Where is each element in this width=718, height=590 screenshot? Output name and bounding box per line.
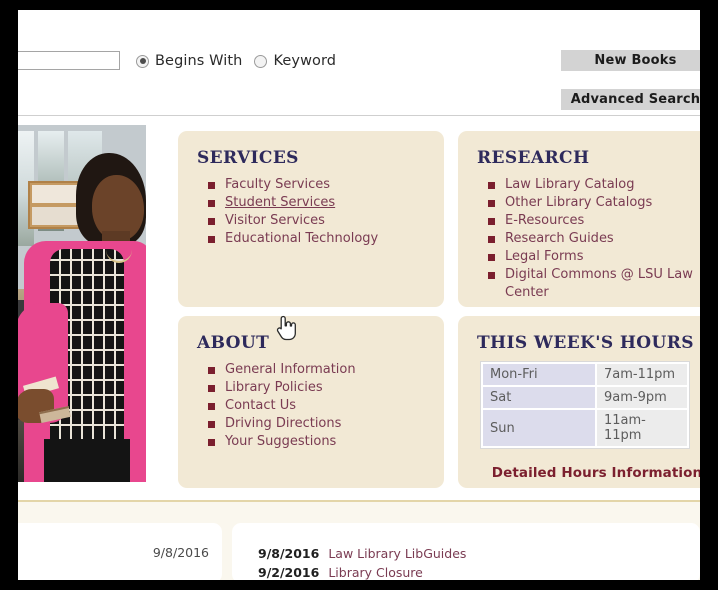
photo-person-pants [44,439,130,482]
panel-hours-title: THIS WEEK'S HOURS [477,333,694,353]
list-item[interactable]: Student Services [208,194,444,212]
research-link-list: Law Library Catalog Other Library Catalog… [458,176,700,302]
hours-time-cell: 11am-11pm [597,410,687,446]
list-item[interactable]: Other Library Catalogs [488,194,700,212]
news-item[interactable]: 9/2/2016 Library Closure [232,563,700,580]
news-item-title[interactable]: Law Library LibGuides [328,544,466,563]
list-item[interactable]: Library Policies [208,379,444,397]
radio-begins-with-label: Begins With [155,53,243,69]
list-item[interactable]: Driving Directions [208,415,444,433]
news-left-date: 9/8/2016 [152,545,209,560]
list-item-label[interactable]: Student Services [225,195,335,210]
list-item-label[interactable]: Library Policies [225,380,323,395]
radio-begins-with-dot[interactable] [136,54,149,68]
news-panel-right: 9/8/2016 Law Library LibGuides 9/2/2016 Lib… [232,523,700,580]
advanced-search-button[interactable]: Advanced Search [561,89,700,110]
news-area: 9/8/2016 9/8/2016 Law Library LibGuides 9/… [18,502,700,580]
panel-hours: THIS WEEK'S HOURS Mon-Fri 7am-11pm Sat 9am-… [458,316,700,488]
search-mode-radio-group: Begins With Keyword [136,53,336,69]
radio-begins-with[interactable]: Begins With [136,53,242,69]
table-row: Mon-Fri 7am-11pm [483,364,687,385]
list-item[interactable]: Your Suggestions [208,433,444,451]
detailed-hours-link[interactable]: Detailed Hours Information [458,465,700,481]
news-panel-left: 9/8/2016 [18,523,222,580]
hours-day-cell: Sat [483,387,595,408]
list-item[interactable]: E-Resources [488,212,700,230]
list-item[interactable]: Law Library Catalog [488,176,700,194]
list-item[interactable]: Contact Us [208,397,444,415]
new-books-button[interactable]: New Books [561,50,700,71]
list-item-label[interactable]: General Information [225,362,356,377]
list-item[interactable]: Visitor Services [208,212,444,230]
list-item-label[interactable]: Research Guides [505,231,614,246]
hours-table: Mon-Fri 7am-11pm Sat 9am-9pm Sun 11am-11pm [480,361,690,449]
list-item-label[interactable]: Visitor Services [225,213,325,228]
panel-research: RESEARCH Law Library Catalog Other Librar… [458,131,700,307]
list-item[interactable]: Legal Forms [488,248,700,266]
list-item[interactable]: Faculty Services [208,176,444,194]
news-item-title[interactable]: Library Closure [328,563,423,580]
photo-person [18,153,146,482]
list-item-label[interactable]: Driving Directions [225,416,341,431]
about-link-list: General Information Library Policies Conta… [178,361,444,451]
panel-about-title: ABOUT [197,333,270,353]
list-item[interactable]: Digital Commons @ LSU Law Center [488,266,700,302]
main-content: SERVICES Faculty Services Student Service… [18,116,700,580]
hours-time-cell: 9am-9pm [597,387,687,408]
library-patron-photo [18,125,146,482]
list-item-label[interactable]: Other Library Catalogs [505,195,652,210]
list-item-label[interactable]: Your Suggestions [225,434,336,449]
panel-services: SERVICES Faculty Services Student Service… [178,131,444,307]
news-list: 9/8/2016 Law Library LibGuides 9/2/2016 Lib… [232,523,700,580]
radio-keyword[interactable]: Keyword [254,53,336,69]
list-item-label[interactable]: Legal Forms [505,249,584,264]
hours-day-cell: Sun [483,410,595,446]
list-item-label[interactable]: Law Library Catalog [505,177,635,192]
hours-day-cell: Mon-Fri [483,364,595,385]
site-header: Begins With Keyword New Books Advanced S… [18,10,700,116]
list-item-label[interactable]: Faculty Services [225,177,330,192]
radio-keyword-dot[interactable] [254,54,268,68]
list-item-label[interactable]: E-Resources [505,213,584,228]
list-item-label[interactable]: Educational Technology [225,231,378,246]
list-item-label[interactable]: Digital Commons @ LSU Law Center [505,267,693,300]
list-item-label[interactable]: Contact Us [225,398,296,413]
browser-viewport: Begins With Keyword New Books Advanced S… [18,10,700,580]
radio-keyword-label: Keyword [273,53,337,69]
services-link-list: Faculty Services Student Services Visitor … [178,176,444,248]
news-item-date: 9/2/2016 [258,565,320,580]
news-item[interactable]: 9/8/2016 Law Library LibGuides [232,523,700,563]
list-item[interactable]: General Information [208,361,444,379]
table-row: Sun 11am-11pm [483,410,687,446]
news-item-date: 9/8/2016 [258,546,320,561]
panel-research-title: RESEARCH [477,148,590,168]
list-item[interactable]: Research Guides [488,230,700,248]
panel-services-title: SERVICES [197,148,299,168]
search-input[interactable] [18,51,120,70]
panel-about: ABOUT General Information Library Policie… [178,316,444,488]
table-row: Sat 9am-9pm [483,387,687,408]
hours-time-cell: 7am-11pm [597,364,687,385]
hours-table-body: Mon-Fri 7am-11pm Sat 9am-9pm Sun 11am-11pm [483,364,687,446]
list-item[interactable]: Educational Technology [208,230,444,248]
